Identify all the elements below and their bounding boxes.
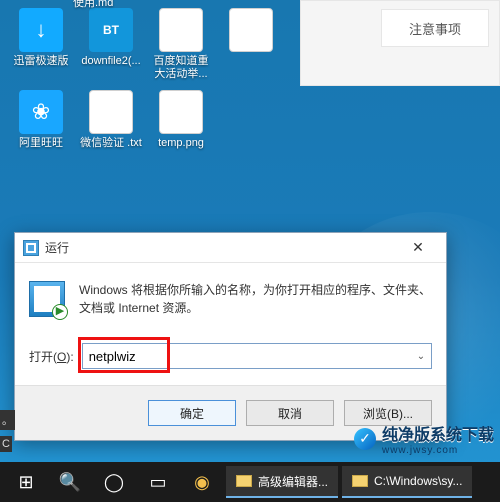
bt-icon: BT: [89, 8, 133, 52]
taskbar-item-label: 高级编辑器...: [258, 473, 328, 490]
desktop-icon-aliwangwang[interactable]: ❀ 阿里旺旺: [8, 90, 74, 168]
image-file-icon: [159, 90, 203, 134]
text-file-icon: [159, 8, 203, 52]
taskbar-item-label: C:\Windows\sy...: [374, 474, 462, 488]
folder-icon: [352, 475, 368, 487]
text-file-icon: [229, 8, 273, 52]
run-title: 运行: [45, 239, 69, 256]
desktop-icon-temp-png[interactable]: temp.png: [148, 90, 214, 168]
run-dialog: 运行 ✕ Windows 将根据你所输入的名称，为你打开相应的程序、文件夹、文档…: [14, 232, 447, 441]
desktop-icon-label: 微信验证 .txt: [80, 137, 142, 150]
chevron-down-icon[interactable]: ⌄: [411, 344, 431, 368]
desktop-icon-label: 百度知道重大活动举...: [149, 55, 213, 81]
desktop-icon-label: downfile2(...: [81, 55, 140, 68]
taskview-icon[interactable]: ▭: [138, 462, 178, 502]
folder-icon: [236, 475, 252, 487]
taskbar-item-explorer[interactable]: C:\Windows\sy...: [342, 466, 472, 498]
cancel-button[interactable]: 取消: [246, 400, 334, 426]
aliwangwang-icon: ❀: [19, 90, 63, 134]
watermark-logo-icon: ✓: [354, 428, 376, 450]
edge-fragment: C: [0, 436, 12, 452]
desktop-icon-xunlei[interactable]: ↓ 迅雷极速版: [8, 8, 74, 86]
desktop-icon-label: 阿里旺旺: [19, 137, 63, 150]
run-body: Windows 将根据你所输入的名称，为你打开相应的程序、文件夹、文档或 Int…: [15, 263, 446, 385]
desktop-background: 注意事项 使用.md ↓ 迅雷极速版 BT downfile2(... 百度知道…: [0, 0, 500, 502]
desktop-icons-grid: 使用.md ↓ 迅雷极速版 BT downfile2(... 百度知道重大活动举…: [8, 8, 284, 168]
notice-tab[interactable]: 注意事项: [381, 9, 489, 47]
run-app-icon: [29, 281, 65, 317]
desktop-icon-downfile2[interactable]: BT downfile2(...: [78, 8, 144, 86]
desktop-icon-label: 迅雷极速版: [14, 55, 69, 68]
start-button[interactable]: ⊞: [6, 462, 46, 502]
edge-fragment: 。: [0, 410, 15, 430]
cortana-icon[interactable]: ◯: [94, 462, 134, 502]
watermark-title: 纯净版系统下载: [382, 421, 494, 445]
taskbar-item-editor[interactable]: 高级编辑器...: [226, 466, 338, 498]
right-panel: 注意事项: [300, 0, 500, 86]
run-titlebar[interactable]: 运行 ✕: [15, 233, 446, 263]
text-file-icon: [89, 90, 133, 134]
run-message: Windows 将根据你所输入的名称，为你打开相应的程序、文件夹、文档或 Int…: [79, 281, 432, 317]
xunlei-icon: ↓: [19, 8, 63, 52]
desktop-icon-baidu-doc[interactable]: 百度知道重大活动举...: [148, 8, 214, 86]
taskbar: ⊞ 🔍 ◯ ▭ ◉ 高级编辑器... C:\Windows\sy...: [0, 462, 500, 502]
close-button[interactable]: ✕: [396, 234, 440, 262]
desktop-icon-label: temp.png: [158, 137, 204, 150]
ok-button[interactable]: 确定: [148, 400, 236, 426]
run-title-icon: [23, 240, 39, 256]
desktop-icon-wechat-txt[interactable]: 微信验证 .txt: [78, 90, 144, 168]
watermark: ✓ 纯净版系统下载 www.jwsy.com: [354, 421, 494, 456]
open-combobox[interactable]: ⌄: [82, 343, 432, 369]
desktop-icon-blank-doc[interactable]: [218, 8, 284, 86]
watermark-url: www.jwsy.com: [382, 445, 494, 456]
desktop-icon-label: 使用.md: [73, 0, 113, 10]
open-input[interactable]: [82, 343, 432, 369]
search-icon[interactable]: 🔍: [50, 462, 90, 502]
open-label: 打开(O):: [29, 348, 74, 365]
chrome-icon[interactable]: ◉: [182, 462, 222, 502]
